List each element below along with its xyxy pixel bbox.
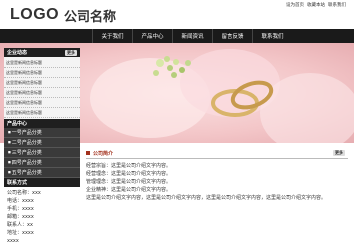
product-category-5[interactable]: 五号产品分类: [4, 168, 80, 178]
product-category-1[interactable]: 一号产品分类: [4, 128, 80, 138]
contact-line: 地址：xxxx: [7, 230, 34, 236]
logo[interactable]: LOGO: [10, 6, 59, 24]
nav-news[interactable]: 新闻资讯: [172, 29, 212, 43]
nav-feedback[interactable]: 留言反馈: [212, 29, 252, 43]
contact-line: xxxx: [7, 238, 19, 244]
news-item[interactable]: 这里是新闻信息标题: [4, 78, 80, 88]
news-item[interactable]: 这里是新闻信息标题: [4, 58, 80, 68]
news-panel-header: 企业动态 更多: [4, 48, 80, 57]
news-item[interactable]: 这里是新闻信息标题: [4, 98, 80, 108]
news-item[interactable]: 这里是新闻信息标题: [4, 108, 80, 118]
products-panel-header: 产品中心: [4, 119, 80, 128]
bullet-icon: [86, 151, 90, 155]
intro-paragraph: 经营理念：这里是公司介绍文字内容。: [86, 171, 172, 177]
intro-paragraph: 企业精神：这里是公司介绍文字内容。: [86, 187, 172, 193]
news-item[interactable]: 这里是新闻信息标题: [4, 88, 80, 98]
nav-about[interactable]: 关于我们: [92, 29, 132, 43]
products-list: 一号产品分类 二号产品分类 三号产品分类 四号产品分类 五号产品分类: [4, 128, 80, 178]
news-list: 这里是新闻信息标题 这里是新闻信息标题 这里是新闻信息标题 这里是新闻信息标题 …: [4, 57, 80, 119]
contact-line: 电话：xxxx: [7, 198, 34, 204]
contact-info: 公司名称：xxx 电话：xxxx 手机：xxxx 邮箱：xxxx 联系人：xx …: [4, 187, 80, 245]
top-links: 设为首页 收藏本站 联系我们: [286, 2, 346, 8]
product-category-2[interactable]: 二号产品分类: [4, 138, 80, 148]
header: LOGO 公司名称 设为首页 收藏本站 联系我们: [0, 0, 354, 30]
intro-more-button[interactable]: 更多: [333, 150, 345, 156]
intro-body: 经营宗旨：这里是公司介绍文字内容。 经营理念：这里是公司介绍文字内容。 管理理念…: [86, 159, 348, 202]
intro-paragraph: 经营宗旨：这里是公司介绍文字内容。: [86, 163, 172, 169]
nav-contact[interactable]: 联系我们: [252, 29, 292, 43]
bookmark-link[interactable]: 收藏本站: [307, 2, 325, 8]
news-item[interactable]: 这里是新闻信息标题: [4, 68, 80, 78]
contact-link[interactable]: 联系我们: [328, 2, 346, 8]
company-intro: 公司简介 更多 经营宗旨：这里是公司介绍文字内容。 经营理念：这里是公司介绍文字…: [86, 148, 348, 202]
sidebar: 企业动态 更多 这里是新闻信息标题 这里是新闻信息标题 这里是新闻信息标题 这里…: [4, 48, 80, 245]
product-category-4[interactable]: 四号产品分类: [4, 158, 80, 168]
intro-paragraph: 这里是公司介绍文字内容，这里是公司介绍文字内容，这里是公司介绍文字内容，这里是公…: [86, 195, 327, 201]
company-name: 公司名称: [64, 10, 117, 25]
contact-line: 联系人：xx: [7, 222, 33, 228]
contact-line: 邮箱：xxxx: [7, 214, 34, 220]
contact-line: 公司名称：xxx: [7, 190, 41, 196]
intro-header: 公司简介 更多: [86, 148, 348, 159]
contact-panel-header: 联系方式: [4, 178, 80, 187]
main-nav: 关于我们 产品中心 新闻资讯 留言反馈 联系我们: [0, 29, 354, 43]
intro-title: 公司简介: [93, 150, 114, 157]
product-category-3[interactable]: 三号产品分类: [4, 148, 80, 158]
intro-paragraph: 管理理念：这里是公司介绍文字内容。: [86, 179, 172, 185]
news-more-button[interactable]: 更多: [65, 50, 77, 56]
set-homepage-link[interactable]: 设为首页: [286, 2, 304, 8]
news-panel-title: 企业动态: [7, 50, 28, 56]
nav-products[interactable]: 产品中心: [132, 29, 172, 43]
contact-line: 手机：xxxx: [7, 206, 34, 212]
